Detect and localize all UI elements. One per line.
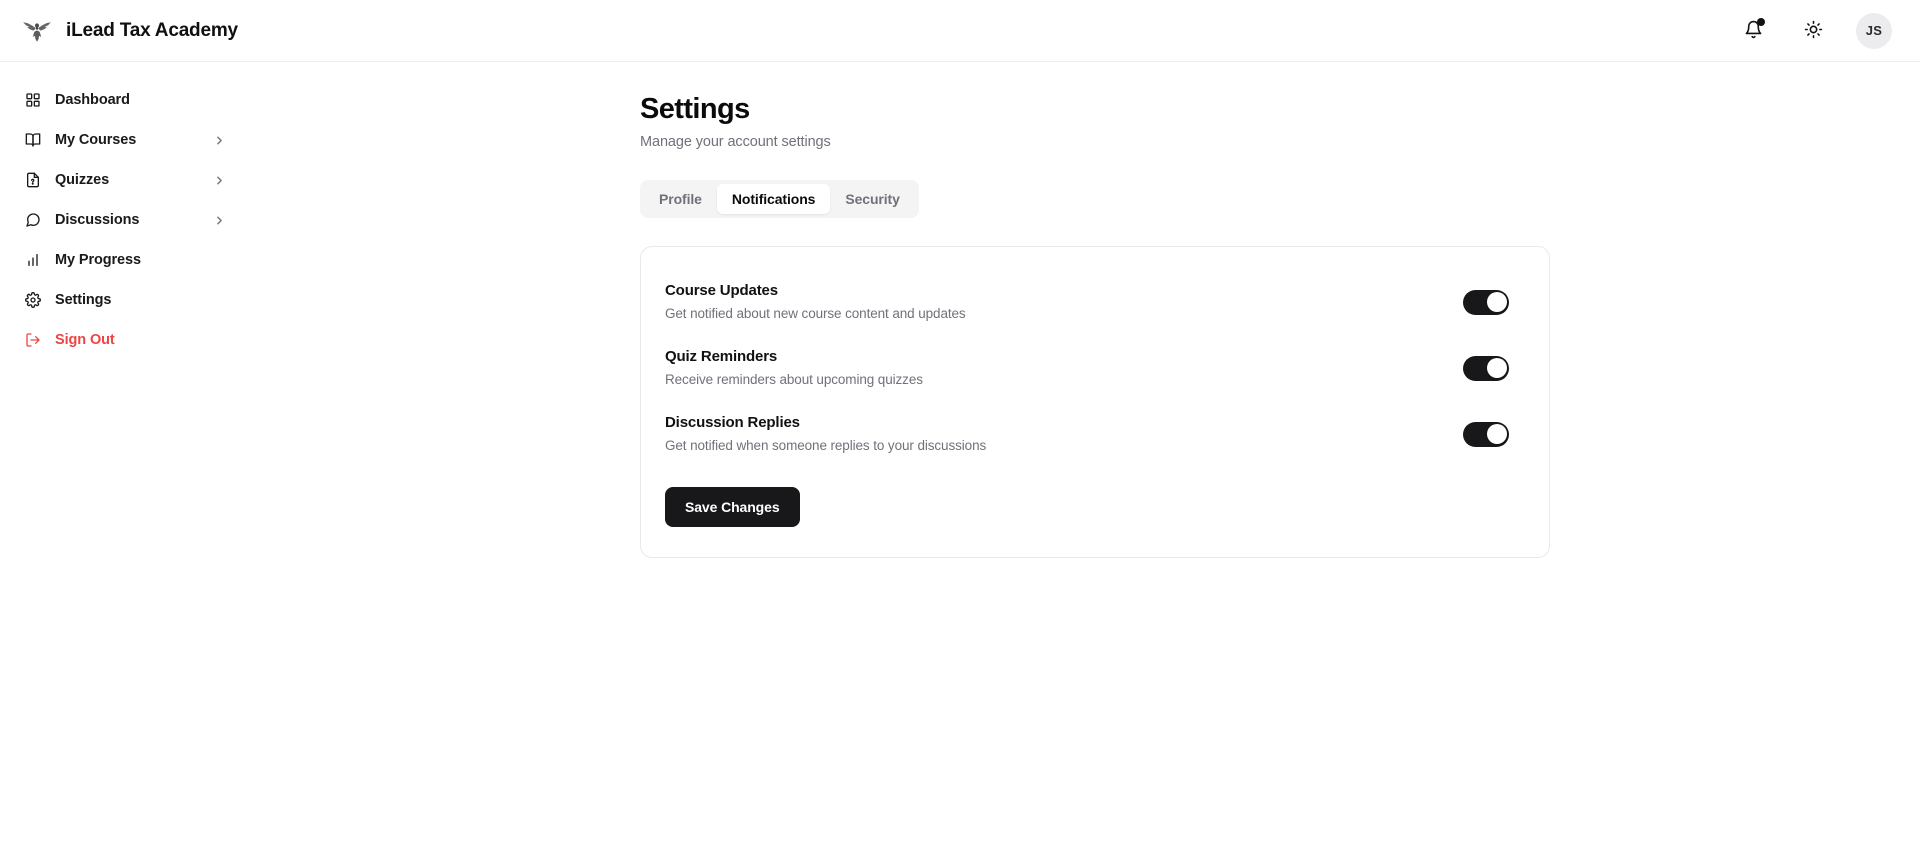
chevron-right-icon[interactable] [212, 213, 226, 227]
sidebar-item-label: My Progress [55, 252, 141, 268]
file-question-icon [24, 172, 41, 189]
message-icon [24, 212, 41, 229]
notifications-button[interactable] [1736, 14, 1770, 48]
page-title: Settings [640, 93, 750, 125]
sidebar-item-dashboard[interactable]: Dashboard [14, 80, 236, 120]
page-subtitle: Manage your account settings [640, 134, 831, 151]
sidebar-item-label: Settings [55, 292, 112, 308]
sidebar-item-label: Quizzes [55, 172, 110, 188]
sidebar-item-my-courses[interactable]: My Courses [14, 120, 236, 160]
chevron-right-icon[interactable] [212, 173, 226, 187]
toggle-knob [1486, 292, 1507, 313]
toggle-course-updates[interactable] [1463, 289, 1509, 315]
setting-description: Get notified about new course content an… [665, 306, 966, 322]
main-content: Settings Manage your account settings Pr… [250, 62, 1920, 859]
sidebar-item-discussions[interactable]: Discussions [14, 200, 236, 240]
header-actions: JS [1736, 12, 1892, 49]
eagle-logo-icon [20, 16, 54, 46]
grid-icon [24, 92, 41, 109]
toggle-knob [1486, 358, 1507, 379]
chevron-right-icon[interactable] [212, 133, 226, 147]
setting-description: Receive reminders about upcoming quizzes [665, 372, 923, 388]
setting-description: Get notified when someone replies to you… [665, 438, 987, 454]
notifications-settings-card: Course Updates Get notified about new co… [640, 246, 1550, 559]
sidebar-item-settings[interactable]: Settings [14, 280, 236, 320]
sidebar-item-label: Discussions [55, 212, 140, 228]
logout-icon [24, 332, 41, 349]
toggle-quiz-reminders[interactable] [1463, 355, 1509, 381]
setting-row-quiz-reminders: Quiz Reminders Receive reminders about u… [665, 343, 1525, 393]
sun-icon [1804, 20, 1823, 42]
settings-tabs: Profile Notifications Security [640, 180, 919, 219]
save-changes-button[interactable]: Save Changes [665, 487, 800, 528]
avatar[interactable]: JS [1856, 12, 1892, 49]
toggle-discussion-replies[interactable] [1463, 421, 1509, 447]
tab-notifications[interactable]: Notifications [716, 184, 831, 215]
setting-title: Quiz Reminders [665, 348, 778, 366]
setting-text: Quiz Reminders Receive reminders about u… [665, 347, 923, 389]
tab-security[interactable]: Security [830, 184, 914, 214]
sidebar: Dashboard My Courses Quizzes Discussions… [0, 62, 250, 859]
setting-title: Discussion Replies [665, 414, 800, 432]
top-header-bar: iLead Tax Academy JS [0, 0, 1920, 62]
sidebar-item-label: Dashboard [55, 92, 130, 108]
sidebar-item-label: My Courses [55, 132, 137, 148]
setting-title: Course Updates [665, 282, 778, 300]
sidebar-item-label: Sign Out [55, 332, 115, 348]
toggle-knob [1486, 424, 1507, 445]
gear-icon [24, 292, 41, 309]
sidebar-item-my-progress[interactable]: My Progress [14, 240, 236, 280]
setting-row-discussion-replies: Discussion Replies Get notified when som… [665, 409, 1525, 459]
brand-name: iLead Tax Academy [66, 19, 238, 41]
brand[interactable]: iLead Tax Academy [20, 16, 238, 46]
book-icon [24, 132, 41, 149]
bar-chart-icon [24, 252, 41, 269]
tab-profile[interactable]: Profile [644, 184, 717, 214]
settings-page: Settings Manage your account settings Pr… [250, 62, 1920, 559]
sidebar-item-quizzes[interactable]: Quizzes [14, 160, 236, 200]
notification-badge-dot [1757, 17, 1765, 26]
setting-row-course-updates: Course Updates Get notified about new co… [665, 277, 1525, 327]
theme-toggle-button[interactable] [1796, 14, 1830, 48]
setting-text: Discussion Replies Get notified when som… [665, 413, 986, 455]
sidebar-item-sign-out[interactable]: Sign Out [14, 320, 236, 360]
setting-text: Course Updates Get notified about new co… [665, 281, 966, 323]
